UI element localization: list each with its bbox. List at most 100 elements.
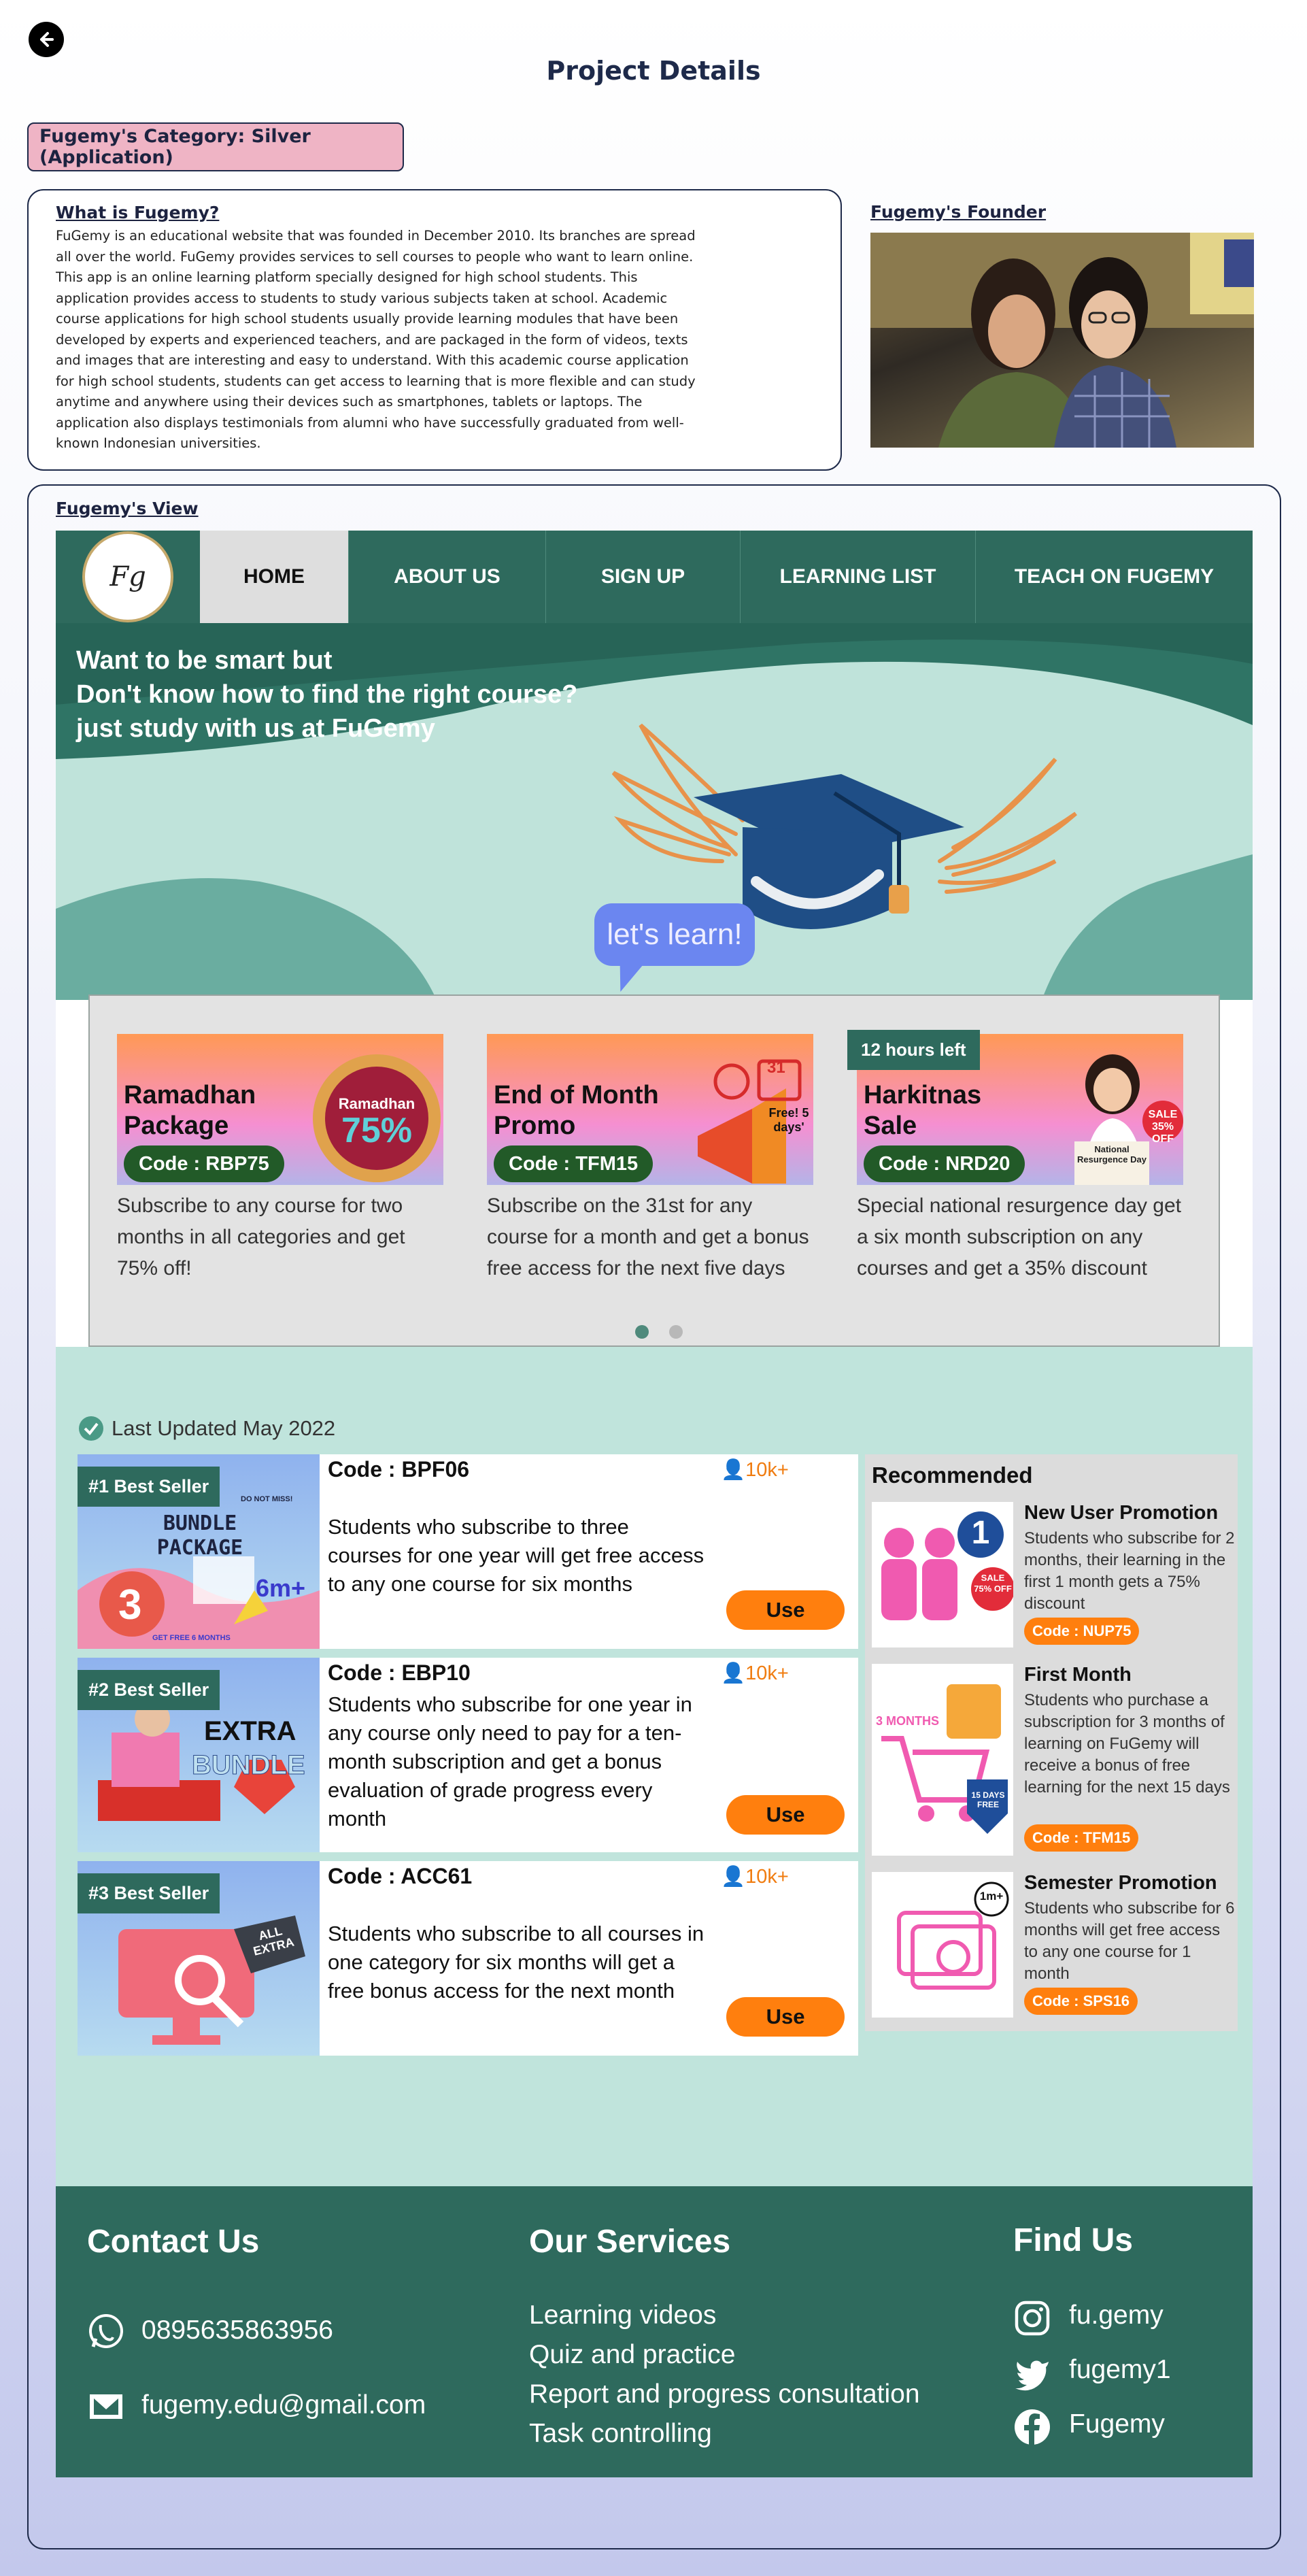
nav-learning-list[interactable]: LEARNING LIST <box>740 531 975 623</box>
about-line: and images that are interesting and easy… <box>56 352 689 368</box>
art-title: EXTRA <box>204 1716 296 1746</box>
back-button[interactable] <box>29 22 64 57</box>
art-number: 1 <box>971 1515 990 1551</box>
subscriber-count-value: 10k+ <box>745 1662 789 1684</box>
bestseller-card[interactable]: EXTRA BUNDLE #2 Best Seller Code : EBP10… <box>78 1658 858 1852</box>
promo-carousel: Ramadhan Package Code : RBP75 Ramadhan 7… <box>88 994 1220 1347</box>
use-button[interactable]: Use <box>726 1997 845 2037</box>
promo-title: Ramadhan Package <box>124 1081 256 1140</box>
promo-banner: Ramadhan Package Code : RBP75 Ramadhan 7… <box>117 1034 443 1185</box>
art-title: BUNDLE PACKAGE <box>156 1511 243 1560</box>
user-icon: 👤 <box>721 1662 746 1684</box>
promo-card-end-of-month[interactable]: End of Month Promo Code : TFM15 31 Free!… <box>487 1034 813 1284</box>
promo-code: Code : NRD20 <box>864 1145 1025 1182</box>
recommended-title: Recommended <box>872 1462 1033 1488</box>
nav-sign-up[interactable]: SIGN UP <box>545 531 740 623</box>
bestseller-image: DO NOT MISS! BUNDLE PACKAGE 3 6m+ GET FR… <box>78 1454 320 1649</box>
promo-card-harkitnas[interactable]: 12 hours left Harkitnas Sale Code : NRD2… <box>847 1030 1183 1284</box>
recommended-description: Students who subscribe for 2 months, the… <box>1024 1529 1235 1613</box>
view-heading: Fugemy's View <box>56 499 199 518</box>
mail-icon <box>90 2394 122 2419</box>
user-icon: 👤 <box>721 1459 746 1481</box>
whatsapp-icon <box>89 2314 123 2348</box>
service-item[interactable]: Task controlling <box>529 2419 712 2449</box>
use-button[interactable]: Use <box>726 1590 845 1630</box>
check-circle-icon <box>79 1416 103 1441</box>
bestseller-card[interactable]: ALL EXTRA #3 Best Seller Code : ACC61 👤1… <box>78 1861 858 2056</box>
arrow-left-icon <box>40 32 54 47</box>
promo-card-ramadhan[interactable]: Ramadhan Package Code : RBP75 Ramadhan 7… <box>117 1034 443 1284</box>
twitter-handle[interactable]: fugemy1 <box>1069 2355 1171 2385</box>
bestseller-description: Students who subscribe to three courses … <box>328 1515 705 1596</box>
ramadhan-seal-value: 75% <box>341 1111 413 1150</box>
subscriber-count: 👤10k+ <box>721 1662 789 1685</box>
service-item[interactable]: Learning videos <box>529 2301 716 2330</box>
about-line: all over the world. FuGemy provides serv… <box>56 248 694 265</box>
carousel-dot-active[interactable] <box>635 1325 649 1339</box>
hero-line: Want to be smart but <box>76 646 333 675</box>
bestseller-code: Code : ACC61 <box>328 1864 473 1888</box>
site-logo[interactable]: Fg <box>56 531 200 623</box>
founder-photo <box>870 233 1254 448</box>
bestseller-description: Students who subscribe for one year in a… <box>328 1692 692 1830</box>
use-button[interactable]: Use <box>726 1795 845 1835</box>
instagram-icon <box>1015 2301 1050 2336</box>
last-updated: Last Updated May 2022 <box>79 1416 335 1441</box>
promo-description: Subscribe to any course for two months i… <box>117 1194 405 1279</box>
bestseller-description: Students who subscribe to all courses in… <box>328 1922 705 2003</box>
page-title: Project Details <box>546 56 761 86</box>
recommended-description: Students who subscribe for 6 months will… <box>1024 1899 1235 1983</box>
art-label: 1m+ <box>979 1890 1004 1903</box>
bestseller-code: Code : EBP10 <box>328 1660 471 1685</box>
about-line: application also displays testimonials f… <box>56 414 684 431</box>
last-updated-text: Last Updated May 2022 <box>112 1416 336 1440</box>
about-text: FuGemy is an educational website that wa… <box>56 226 722 454</box>
recommended-image: 1 SALE 75% OFF <box>872 1502 1013 1647</box>
lets-learn-bubble: let's learn! <box>594 903 755 966</box>
recommended-code: Code : TFM15 <box>1024 1824 1139 1852</box>
timer-badge: 12 hours left <box>847 1030 980 1070</box>
best-seller-badge: #3 Best Seller <box>78 1873 220 1913</box>
promo-banner: End of Month Promo Code : TFM15 31 Free!… <box>487 1034 813 1185</box>
subscriber-count: 👤10k+ <box>721 1865 789 1888</box>
bestseller-card[interactable]: DO NOT MISS! BUNDLE PACKAGE 3 6m+ GET FR… <box>78 1454 858 1649</box>
about-line: known Indonesian universities. <box>56 435 261 451</box>
about-line: developed by experts and experienced tea… <box>56 331 688 348</box>
about-heading: What is Fugemy? <box>56 203 220 222</box>
best-seller-badge: #1 Best Seller <box>78 1467 220 1507</box>
recommended-code: Code : SPS16 <box>1024 1988 1138 2015</box>
recommended-image: 3 MONTHS 15 DAYS FREE <box>872 1664 1013 1856</box>
free-days-tag: 15 DAYS FREE <box>971 1790 1005 1809</box>
contact-heading: Contact Us <box>87 2224 260 2260</box>
site-nav: Fg HOME ABOUT US SIGN UP LEARNING LIST T… <box>56 531 1253 623</box>
promo-description: Subscribe on the 31st for any course for… <box>487 1194 809 1279</box>
free-days-label: Free! 5 days' <box>768 1106 809 1134</box>
phone-number[interactable]: 0895635863956 <box>141 2315 333 2345</box>
category-badge: Fugemy's Category: Silver (Application) <box>27 122 404 171</box>
art-footnote: GET FREE 6 MONTHS <box>152 1634 231 1642</box>
nav-home[interactable]: HOME <box>200 531 348 623</box>
twitter-icon <box>1015 2360 1049 2391</box>
about-line: course applications for high school stud… <box>56 311 679 327</box>
about-line: FuGemy is an educational website that wa… <box>56 228 696 244</box>
art-label: 3 MONTHS <box>876 1714 940 1728</box>
nav-about-us[interactable]: ABOUT US <box>348 531 545 623</box>
services-heading: Our Services <box>529 2224 731 2260</box>
recommended-description: Students who purchase a subscription for… <box>1024 1691 1230 1796</box>
instagram-handle[interactable]: fu.gemy <box>1069 2301 1164 2330</box>
facebook-handle[interactable]: Fugemy <box>1069 2409 1165 2439</box>
bestseller-image: ALL EXTRA #3 Best Seller <box>78 1861 320 2056</box>
calendar-date: 31 <box>767 1058 785 1077</box>
service-item[interactable]: Report and progress consultation <box>529 2379 920 2409</box>
service-item[interactable]: Quiz and practice <box>529 2340 736 2370</box>
resurgence-sign: National Resurgence Day <box>1077 1144 1147 1165</box>
recommended-name: First Month <box>1024 1664 1132 1686</box>
email-address[interactable]: fugemy.edu@gmail.com <box>141 2390 426 2420</box>
promo-title: Harkitnas Sale <box>864 1081 982 1140</box>
subscriber-count-value: 10k+ <box>745 1866 789 1888</box>
recommended-panel: Recommended 1 SALE 75% OFF New User Prom… <box>865 1454 1238 2031</box>
facebook-icon <box>1015 2409 1050 2445</box>
nav-teach-on-fugemy[interactable]: TEACH ON FUGEMY <box>975 531 1253 623</box>
art-subtitle: BUNDLE <box>192 1750 306 1781</box>
carousel-dot[interactable] <box>669 1325 683 1339</box>
